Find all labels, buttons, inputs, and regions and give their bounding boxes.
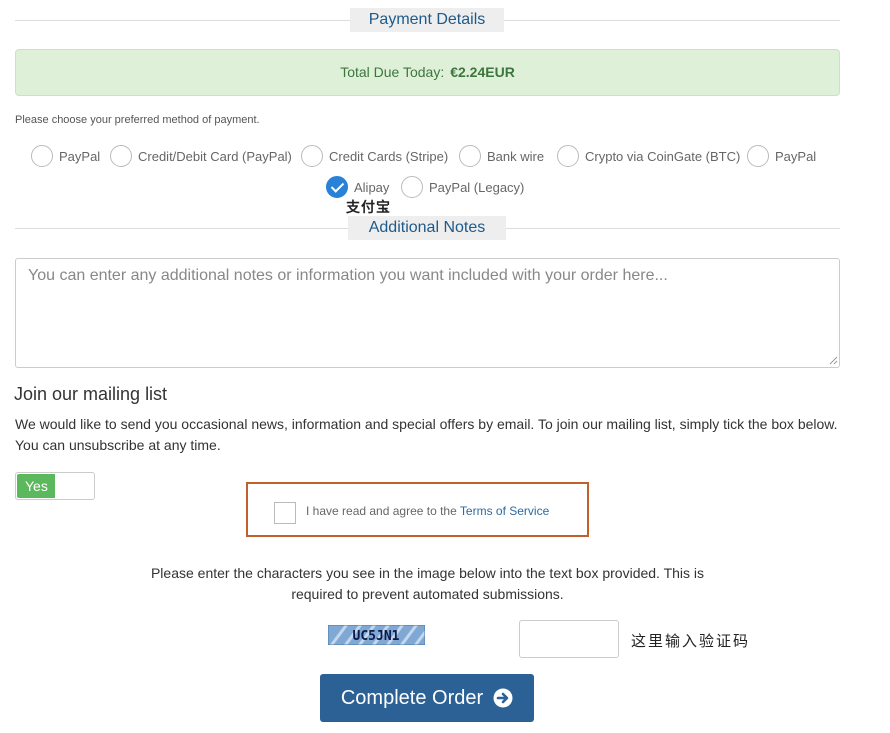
section-title: Payment Details (350, 8, 504, 32)
radio-checked-icon[interactable] (326, 176, 348, 198)
additional-notes-header: Additional Notes (15, 216, 840, 240)
additional-notes-textarea[interactable] (15, 258, 840, 368)
arrow-circle-right-icon (493, 688, 513, 708)
mailing-list-description: We would like to send you occasional new… (15, 416, 838, 453)
radio-icon[interactable] (401, 176, 423, 198)
payment-option-paypal-2[interactable]: PayPal (747, 145, 816, 167)
radio-icon[interactable] (31, 145, 53, 167)
payment-option-label: Alipay (354, 179, 390, 195)
radio-icon[interactable] (301, 145, 323, 167)
payment-method-prompt: Please choose your preferred method of p… (15, 114, 260, 126)
payment-option-label: PayPal (59, 148, 101, 164)
payment-option-label: Credit/Debit Card (PayPal) (138, 148, 292, 164)
resize-grip-icon[interactable] (828, 355, 838, 365)
tos-checkbox[interactable] (274, 502, 296, 524)
payment-option-label: Credit Cards (Stripe) (329, 148, 449, 164)
payment-option-label: Bank wire (487, 148, 545, 164)
radio-icon[interactable] (747, 145, 769, 167)
toggle-on-label: Yes (17, 474, 55, 498)
mailing-list-toggle[interactable]: Yes (15, 472, 95, 500)
payment-option-coingate[interactable]: Crypto via CoinGate (BTC) (557, 145, 740, 167)
payment-details-header: Payment Details (15, 8, 840, 32)
payment-option-label: PayPal (Legacy) (429, 179, 525, 195)
radio-icon[interactable] (557, 145, 579, 167)
captcha-hint: 这里输入验证码 (631, 633, 751, 650)
total-due-label: Total Due Today: (340, 64, 445, 80)
mailing-list-title: Join our mailing list (14, 384, 168, 404)
payment-option-label: Crypto via CoinGate (BTC) (585, 148, 741, 164)
total-due-banner: Total Due Today: €2.24EUR (15, 49, 840, 96)
section-title: Additional Notes (348, 216, 506, 240)
payment-option-stripe[interactable]: Credit Cards (Stripe) (301, 145, 448, 167)
terms-of-service-link[interactable]: Terms of Service (460, 504, 549, 518)
payment-option-paypal-legacy[interactable]: PayPal (Legacy) (401, 176, 524, 198)
payment-option-alipay[interactable]: Alipay (326, 176, 389, 198)
payment-option-label: PayPal (775, 148, 817, 164)
complete-order-button[interactable]: Complete Order (320, 674, 534, 722)
captcha-image: UC5JN1 (328, 625, 425, 645)
payment-option-credit-debit-paypal[interactable]: Credit/Debit Card (PayPal) (110, 145, 292, 167)
total-due-amount: €2.24EUR (450, 64, 515, 80)
payment-option-bank-wire[interactable]: Bank wire (459, 145, 544, 167)
payment-option-paypal[interactable]: PayPal (31, 145, 100, 167)
captcha-code: UC5JN1 (353, 629, 400, 644)
tos-label-text: I have read and agree to the (306, 504, 460, 518)
captcha-input[interactable] (519, 620, 619, 658)
captcha-instructions: Please enter the characters you see in t… (150, 565, 705, 602)
radio-icon[interactable] (459, 145, 481, 167)
complete-order-label: Complete Order (340, 686, 484, 709)
terms-of-service-box: I have read and agree to the Terms of Se… (246, 482, 589, 537)
alipay-sublabel: 支付宝 (346, 199, 391, 215)
tos-label: I have read and agree to the Terms of Se… (306, 504, 549, 518)
radio-icon[interactable] (110, 145, 132, 167)
